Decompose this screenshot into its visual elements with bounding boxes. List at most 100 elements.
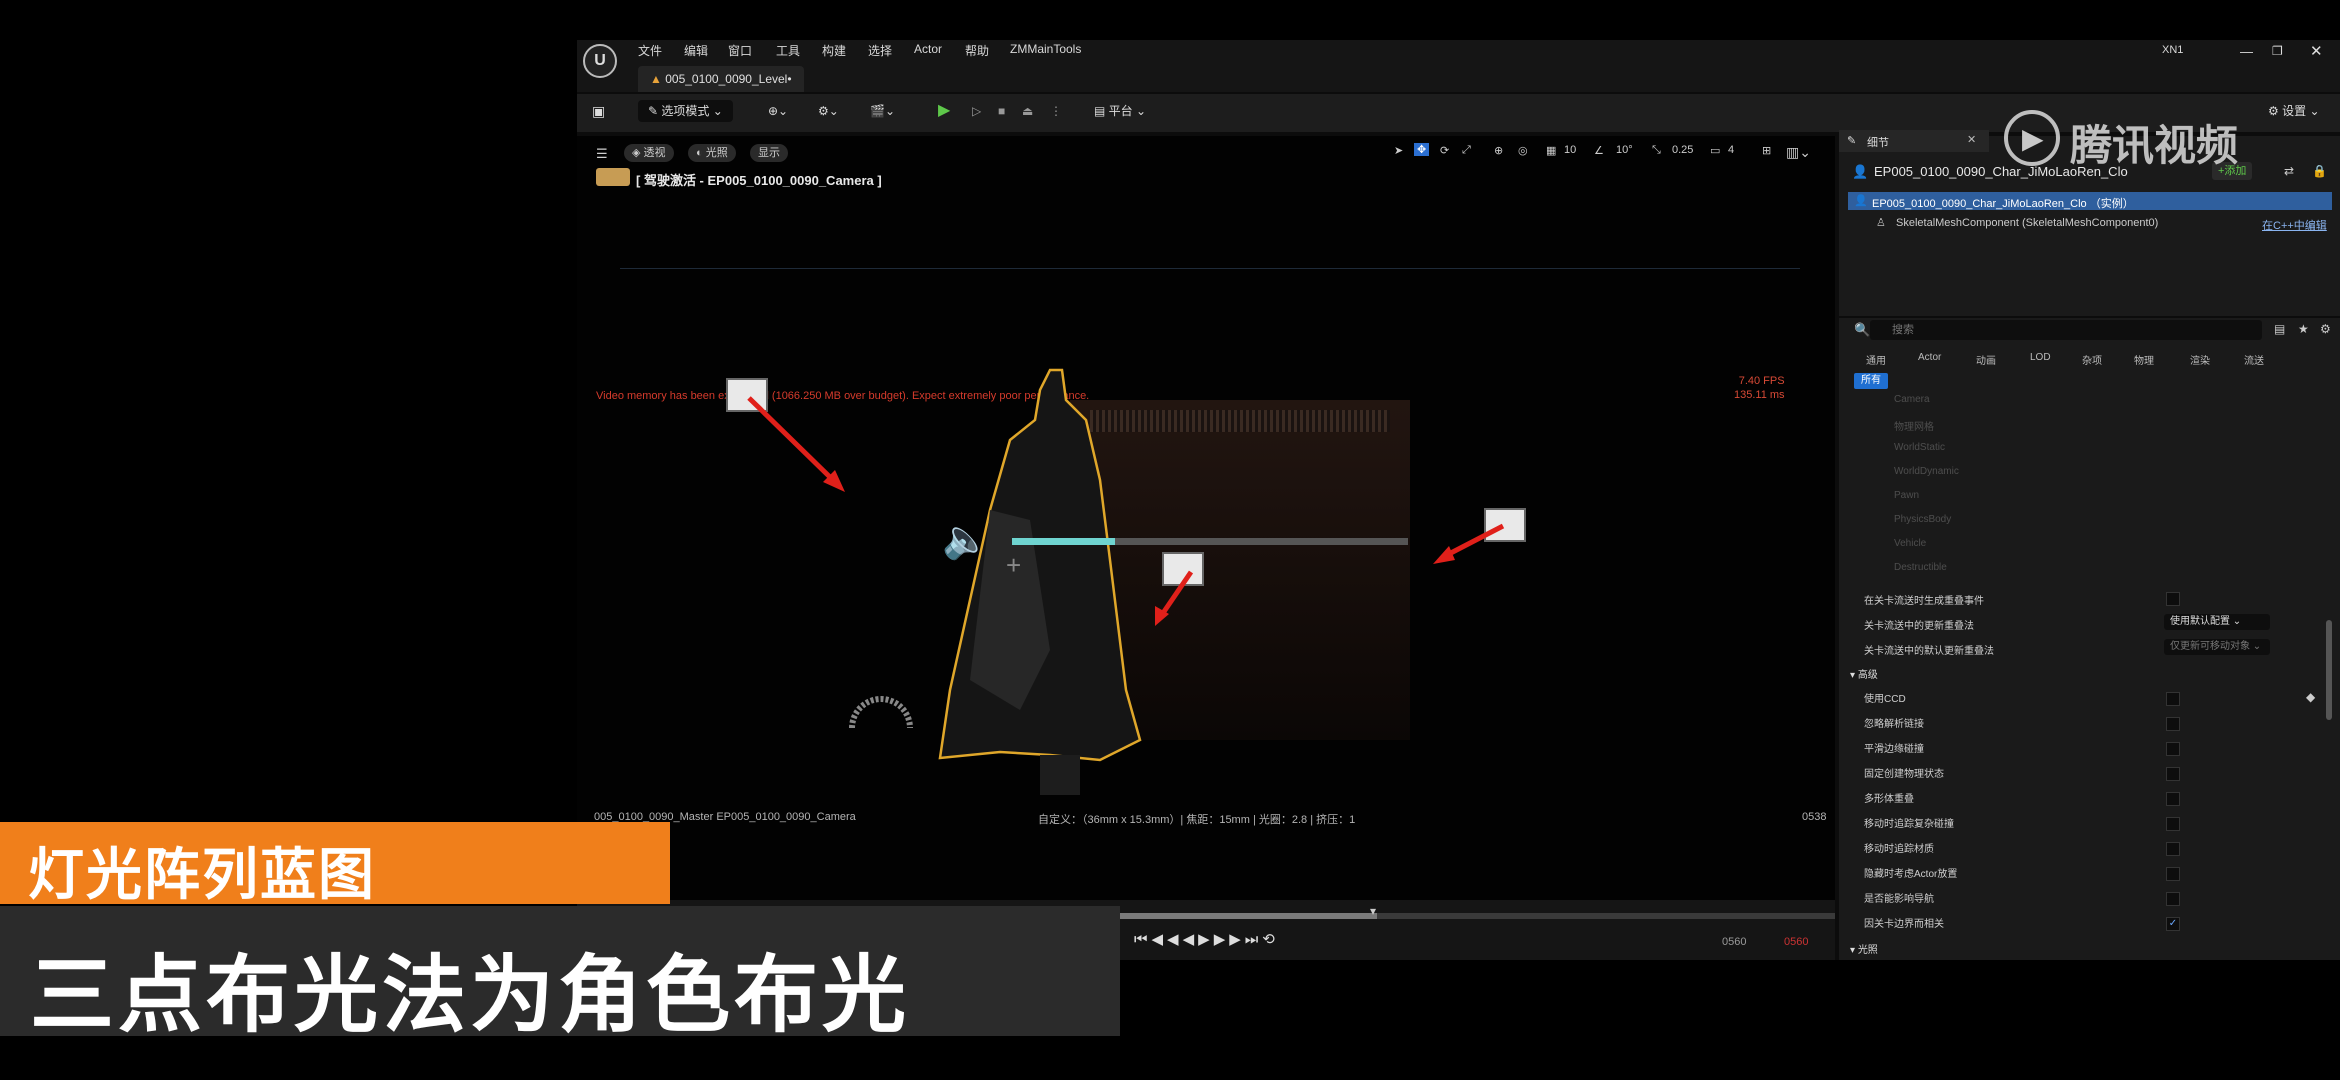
- category-lod[interactable]: LOD: [2030, 352, 2051, 363]
- menu-help[interactable]: 帮助: [965, 42, 989, 59]
- play-step-icon[interactable]: ▷: [972, 100, 981, 122]
- watermark-text: 腾讯视频: [2070, 122, 2239, 169]
- generate-overlap-checkbox[interactable]: [2166, 592, 2180, 606]
- restore-icon[interactable]: ❐: [2272, 44, 2283, 58]
- tab-level[interactable]: ▲ 005_0100_0090_Level•: [638, 66, 804, 92]
- blueprint-convert-icon[interactable]: ⇄: [2284, 164, 2294, 178]
- volume-fill: [1012, 538, 1115, 545]
- hidden-placement-checkbox[interactable]: [2166, 867, 2180, 881]
- blueprint-icon[interactable]: ⚙⌄: [818, 100, 839, 122]
- details-search-input[interactable]: [1870, 320, 2262, 340]
- more-options-icon[interactable]: ⋮: [1050, 100, 1062, 122]
- panel-divider: [1839, 316, 2340, 318]
- category-streaming[interactable]: 流送: [2244, 352, 2264, 367]
- save-icon[interactable]: ▣: [592, 100, 605, 122]
- tab-bar: [577, 64, 2340, 92]
- caption-subtitle: 三点布光法为角色布光: [0, 906, 1120, 1042]
- trace-complex-checkbox[interactable]: [2166, 817, 2180, 831]
- skeletal-mesh-component-row[interactable]: ♙ SkeletalMeshComponent (SkeletalMeshCom…: [1876, 214, 2332, 232]
- menu-build[interactable]: 构建: [822, 42, 846, 59]
- volume-slider[interactable]: [1012, 538, 1408, 545]
- close-icon[interactable]: ✕: [2310, 42, 2323, 60]
- details-tab[interactable]: ✎ 细节 ✕: [1839, 130, 1989, 152]
- smooth-collision-checkbox[interactable]: [2166, 742, 2180, 756]
- menu-actor[interactable]: Actor: [914, 42, 942, 56]
- gear-icon: ⚙: [2268, 104, 2283, 118]
- close-tab-icon[interactable]: ✕: [1967, 133, 1976, 146]
- multi-body-overlap-checkbox[interactable]: [2166, 792, 2180, 806]
- add-content-icon[interactable]: ⊕⌄: [768, 100, 788, 122]
- default-update-overlap-dropdown[interactable]: 仅更新可移动对象 ⌄: [2164, 639, 2270, 655]
- settings-gear-icon[interactable]: ⚙: [2320, 322, 2331, 336]
- collision-channel-rows: Camera 物理网格 WorldStatic WorldDynamic Paw…: [1894, 394, 1959, 573]
- details-scrollbar[interactable]: [2326, 620, 2332, 720]
- volume-icon[interactable]: 🔈: [942, 518, 989, 562]
- menu-edit[interactable]: 编辑: [684, 42, 708, 59]
- menu-file[interactable]: 文件: [638, 42, 662, 59]
- step-back-icon[interactable]: ◀◀: [1152, 931, 1183, 948]
- timeline-end-frame[interactable]: 0560: [1784, 936, 1808, 948]
- reset-icon[interactable]: ◆: [2306, 690, 2315, 704]
- caption-title: 灯光阵列蓝图: [0, 822, 670, 906]
- generate-overlap-label: 在关卡流送时生成重叠事件: [1864, 596, 1984, 607]
- category-general[interactable]: 通用: [1866, 352, 1886, 367]
- play-icon[interactable]: ▶: [938, 100, 950, 122]
- edit-in-cpp-link[interactable]: 在C++中编辑: [2262, 217, 2327, 233]
- category-physics[interactable]: 物理: [2134, 352, 2154, 367]
- menu-tools[interactable]: 工具: [776, 42, 800, 59]
- unreal-logo-icon[interactable]: U: [583, 44, 617, 78]
- update-overlap-dropdown[interactable]: 使用默认配置 ⌄: [2164, 614, 2270, 630]
- playhead-icon[interactable]: ▾: [1370, 904, 1376, 918]
- mesh-icon: ♙: [1876, 217, 1886, 229]
- advanced-section-header[interactable]: ▾ 高级: [1850, 666, 1878, 681]
- default-update-overlap-label: 关卡流送中的默认更新重叠法: [1864, 646, 1994, 657]
- reverse-play-icon[interactable]: ◀: [1183, 931, 1199, 948]
- stop-icon[interactable]: ■: [998, 100, 1005, 122]
- star-icon[interactable]: ★: [2298, 322, 2309, 336]
- category-all[interactable]: 所有: [1854, 373, 1888, 389]
- can-affect-navigation-checkbox[interactable]: [2166, 892, 2180, 906]
- platform-icon: ▤: [1094, 104, 1109, 118]
- menu-window[interactable]: 窗口: [728, 42, 752, 59]
- pencil-icon: ✎: [1847, 135, 1857, 147]
- actor-small-icon: 👤: [1854, 195, 1868, 207]
- category-misc[interactable]: 杂项: [2082, 352, 2102, 367]
- level-bounds-checkbox[interactable]: ✓: [2166, 917, 2180, 931]
- settings-button[interactable]: ⚙ 设置 ⌄: [2268, 100, 2320, 122]
- actor-icon: 👤: [1852, 164, 1869, 179]
- menu-zmmaintools[interactable]: ZMMainTools: [1010, 42, 1081, 56]
- search-icon: 🔍: [1854, 322, 1871, 337]
- category-rendering[interactable]: 渲染: [2190, 352, 2210, 367]
- lighting-section-header[interactable]: ▾ 光照: [1850, 941, 1878, 956]
- eject-icon[interactable]: ⏏: [1022, 100, 1033, 122]
- mode-dropdown[interactable]: ✎ 选项模式 ⌄: [638, 100, 733, 122]
- go-to-start-icon[interactable]: ⏮: [1134, 931, 1152, 948]
- play-forward-icon[interactable]: ▶: [1198, 931, 1214, 948]
- tencent-video-logo-icon: ▶: [2004, 110, 2060, 166]
- light-arrows: [747, 396, 1505, 626]
- level-icon: ▲: [650, 72, 666, 86]
- crosshair-icon: +: [1006, 550, 1022, 580]
- category-animation[interactable]: 动画: [1976, 352, 1996, 367]
- cinematics-icon[interactable]: 🎬⌄: [870, 100, 895, 122]
- playback-controls: ⏮◀◀◀▶▶▶⏭⟲: [1134, 930, 1279, 948]
- table-view-icon[interactable]: ▤: [2274, 322, 2285, 336]
- timeline-start-frame[interactable]: 0560: [1722, 936, 1746, 948]
- update-overlap-label: 关卡流送中的更新重叠法: [1864, 621, 1974, 632]
- ignore-radial-checkbox[interactable]: [2166, 717, 2180, 731]
- go-to-end-icon[interactable]: ⏭: [1245, 931, 1263, 948]
- loop-icon[interactable]: ⟲: [1262, 931, 1279, 948]
- trace-material-checkbox[interactable]: [2166, 842, 2180, 856]
- minimize-icon[interactable]: —: [2240, 44, 2253, 59]
- menu-select[interactable]: 选择: [868, 42, 892, 59]
- lock-icon[interactable]: 🔒: [2312, 164, 2327, 178]
- step-forward-icon[interactable]: ▶▶: [1214, 931, 1245, 948]
- advanced-rows: 使用CCD 忽略解析链接 平滑边缘碰撞 固定创建物理状态 多形体重叠 移动时追踪…: [1864, 694, 1958, 930]
- use-ccd-checkbox[interactable]: [2166, 692, 2180, 706]
- user-label: XN1: [2162, 44, 2184, 56]
- platform-button[interactable]: ▤ 平台 ⌄: [1094, 100, 1146, 122]
- component-root-row[interactable]: 👤 EP005_0100_0090_Char_JiMoLaoRen_Clo （实…: [1848, 192, 2332, 210]
- category-actor[interactable]: Actor: [1918, 352, 1941, 363]
- always-create-physics-checkbox[interactable]: [2166, 767, 2180, 781]
- gizmo-arc-icon[interactable]: [848, 690, 914, 730]
